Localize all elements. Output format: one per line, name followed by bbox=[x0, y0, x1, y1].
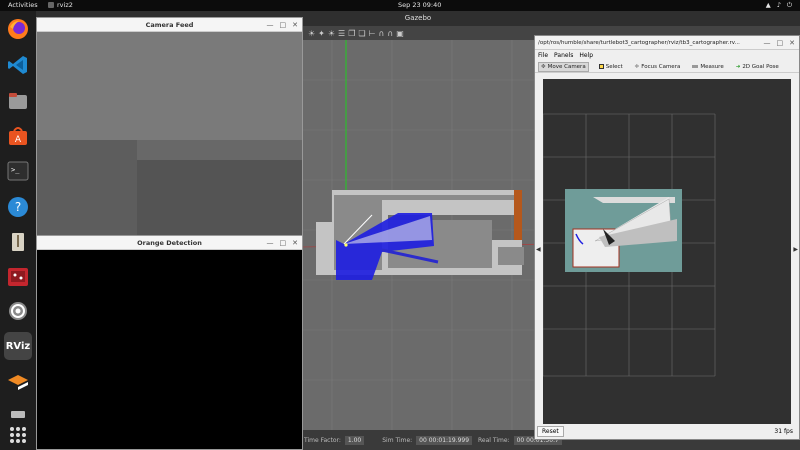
align-icon[interactable]: ⊢ bbox=[369, 29, 376, 38]
files-icon[interactable] bbox=[4, 87, 32, 115]
gazebo-icon[interactable] bbox=[4, 367, 32, 395]
system-tray[interactable]: ▲ ♪ ⏻ bbox=[766, 1, 792, 10]
close-icon[interactable]: ✕ bbox=[292, 236, 298, 250]
settings-icon[interactable] bbox=[4, 297, 32, 325]
svg-text:A: A bbox=[15, 135, 22, 145]
rviz-small-icon bbox=[48, 2, 54, 8]
dock: A >_ ? RViz bbox=[0, 11, 36, 450]
goal-pose-tool[interactable]: ➜ 2D Goal Pose bbox=[734, 63, 781, 71]
firefox-icon[interactable] bbox=[4, 15, 32, 43]
rviz-3d-view[interactable] bbox=[543, 79, 791, 424]
focus-camera-icon: ✛ bbox=[634, 63, 640, 70]
goal-pose-label: 2D Goal Pose bbox=[742, 63, 779, 70]
app-menu[interactable]: rviz2 bbox=[48, 1, 73, 9]
svg-text:>_: >_ bbox=[11, 166, 20, 174]
maximize-icon[interactable]: □ bbox=[280, 236, 287, 250]
reset-button[interactable]: Reset bbox=[537, 426, 564, 437]
camera-icon[interactable]: ▣ bbox=[396, 29, 404, 38]
close-icon[interactable]: ✕ bbox=[789, 36, 795, 49]
focus-camera-label: Focus Camera bbox=[641, 63, 681, 70]
copy-icon[interactable]: ❐ bbox=[348, 29, 355, 38]
app-grid-icon[interactable] bbox=[4, 421, 32, 449]
paste-icon[interactable]: ❏ bbox=[358, 29, 365, 38]
power-icon: ⏻ bbox=[786, 1, 792, 9]
measure-tool[interactable]: Measure bbox=[690, 63, 725, 71]
time-factor-label: Time Factor: bbox=[304, 436, 341, 444]
goal-pose-icon: ➜ bbox=[735, 63, 741, 70]
rviz-icon[interactable]: RViz bbox=[4, 332, 32, 360]
lines-icon[interactable]: ☰ bbox=[338, 29, 345, 38]
rviz-toolbar: ✥ Move Camera Select ✛ Focus Camera Meas… bbox=[535, 61, 799, 73]
orange-detection-title: Orange Detection bbox=[137, 239, 202, 247]
svg-text:?: ? bbox=[15, 200, 21, 214]
vscode-icon[interactable] bbox=[4, 51, 32, 79]
measure-icon bbox=[692, 65, 699, 68]
menu-panels[interactable]: Panels bbox=[554, 52, 573, 59]
volume-icon: ♪ bbox=[776, 1, 781, 9]
rviz-titlebar[interactable]: /opt/ros/humble/share/turtlebot3_cartogr… bbox=[535, 36, 799, 50]
minimize-icon[interactable]: — bbox=[764, 36, 771, 49]
menu-file[interactable]: File bbox=[538, 52, 548, 59]
sim-time-label: Sim Time: bbox=[382, 436, 413, 444]
image-viewer-icon[interactable] bbox=[4, 263, 32, 291]
sun-icon[interactable]: ☀ bbox=[308, 29, 315, 38]
top-bar: Activities rviz2 Sep 23 09:40 ▲ ♪ ⏻ bbox=[0, 0, 800, 11]
select-icon bbox=[598, 64, 604, 69]
snap-icon[interactable]: ∩ bbox=[379, 29, 385, 38]
terminal-icon[interactable]: >_ bbox=[4, 157, 32, 185]
camera-feed-title: Camera Feed bbox=[145, 21, 194, 29]
right-panel-toggle-icon[interactable]: ▶ bbox=[793, 246, 798, 253]
minimize-icon[interactable]: — bbox=[267, 18, 274, 32]
focus-camera-tool[interactable]: ✛ Focus Camera bbox=[633, 63, 683, 71]
real-time-label: Real Time: bbox=[478, 436, 510, 444]
rviz-menubar: File Panels Help bbox=[535, 50, 799, 61]
text-editor-icon[interactable] bbox=[4, 228, 32, 256]
help-icon[interactable]: ? bbox=[4, 193, 32, 221]
sim-time-value: 00 00:01:19.999 bbox=[416, 435, 473, 445]
clock[interactable]: Sep 23 09:40 bbox=[398, 1, 441, 9]
move-camera-icon: ✥ bbox=[541, 63, 546, 70]
spot-light-icon[interactable]: ☀ bbox=[328, 29, 335, 38]
activities-button[interactable]: Activities bbox=[8, 1, 38, 9]
camera-feed-titlebar[interactable]: Camera Feed — □ ✕ bbox=[37, 18, 302, 32]
headphones-icon[interactable]: ∩ bbox=[387, 29, 393, 38]
camera-feed-window: Camera Feed — □ ✕ bbox=[36, 17, 303, 237]
move-camera-tool[interactable]: ✥ Move Camera bbox=[538, 61, 589, 72]
network-icon: ▲ bbox=[765, 1, 771, 9]
orange-detection-image bbox=[37, 250, 302, 449]
rviz-icon-glyph: RViz bbox=[5, 340, 31, 352]
left-panel-toggle-icon[interactable]: ◀ bbox=[536, 246, 541, 253]
point-light-icon[interactable]: ✦ bbox=[318, 29, 325, 38]
minimize-icon[interactable]: — bbox=[267, 236, 274, 250]
close-icon[interactable]: ✕ bbox=[292, 18, 298, 32]
rviz-title: /opt/ros/humble/share/turtlebot3_cartogr… bbox=[538, 40, 740, 46]
fps-readout: 31 fps bbox=[774, 428, 793, 435]
orange-detection-window: Orange Detection — □ ✕ bbox=[36, 235, 303, 450]
select-tool[interactable]: Select bbox=[597, 63, 625, 71]
measure-label: Measure bbox=[700, 63, 724, 70]
orange-detection-titlebar[interactable]: Orange Detection — □ ✕ bbox=[37, 236, 302, 250]
move-camera-label: Move Camera bbox=[547, 63, 586, 70]
menu-help[interactable]: Help bbox=[579, 52, 593, 59]
maximize-icon[interactable]: □ bbox=[280, 18, 287, 32]
rviz-bottom-bar: Reset 31 fps bbox=[535, 424, 799, 439]
camera-feed-image bbox=[37, 32, 302, 236]
time-factor-value: 1.00 bbox=[344, 435, 365, 445]
app-menu-label: rviz2 bbox=[57, 1, 73, 9]
rviz-window: /opt/ros/humble/share/turtlebot3_cartogr… bbox=[534, 35, 800, 440]
maximize-icon[interactable]: □ bbox=[777, 36, 784, 49]
select-label: Select bbox=[605, 63, 623, 70]
software-center-icon[interactable]: A bbox=[4, 122, 32, 150]
